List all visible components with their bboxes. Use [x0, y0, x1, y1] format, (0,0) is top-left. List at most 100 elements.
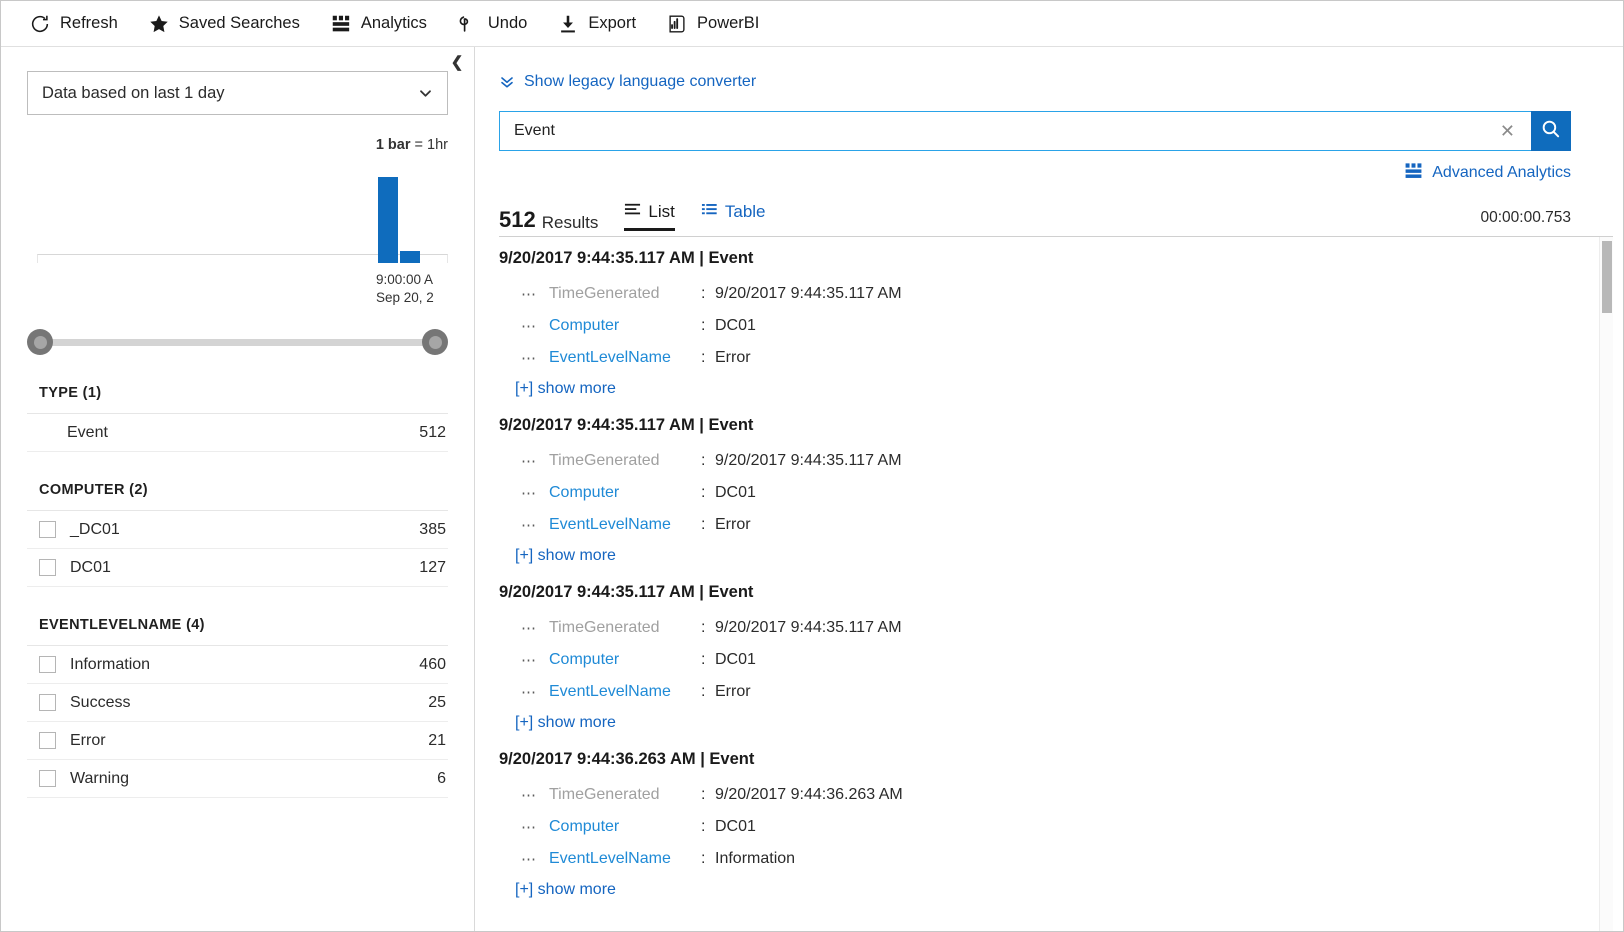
show-legacy-converter-label: Show legacy language converter: [524, 73, 757, 90]
show-legacy-converter-link[interactable]: Show legacy language converter: [499, 73, 756, 91]
refresh-label: Refresh: [60, 14, 118, 33]
facet-checkbox[interactable]: [39, 732, 56, 749]
field-menu-icon[interactable]: ⋯: [521, 285, 537, 303]
analytics-button[interactable]: Analytics: [328, 9, 429, 39]
field-name[interactable]: Computer: [549, 484, 701, 502]
axis-label-time: 9:00:00 A: [376, 271, 434, 287]
field-menu-icon[interactable]: ⋯: [521, 484, 537, 502]
histogram-legend-bold: 1 bar: [375, 137, 411, 153]
field-colon: :: [701, 850, 706, 867]
facet-checkbox[interactable]: [39, 656, 56, 673]
histogram-bar[interactable]: [378, 177, 398, 263]
facet-checkbox[interactable]: [39, 559, 56, 576]
tab-table-view[interactable]: Table: [701, 201, 766, 231]
facet-title-count: (2): [129, 482, 148, 498]
field-colon: :: [701, 285, 706, 302]
facet-title-count: (1): [82, 385, 102, 401]
result-field: ⋯ EventLevelName : Error: [499, 676, 1589, 708]
facet-row[interactable]: DC01 127: [27, 549, 448, 587]
histogram-legend: 1 bar = 1hr: [27, 137, 448, 153]
saved-searches-button[interactable]: Saved Searches: [146, 9, 302, 39]
field-name[interactable]: EventLevelName: [549, 850, 701, 868]
field-colon: :: [701, 516, 706, 533]
facet-title-count: (4): [186, 617, 205, 633]
show-more-link[interactable]: [+] show more: [499, 881, 616, 899]
field-menu-icon[interactable]: ⋯: [521, 452, 537, 470]
facet-title-text: COMPUTER: [39, 482, 125, 498]
facet-row[interactable]: Error 21: [27, 722, 448, 760]
field-name[interactable]: Computer: [549, 651, 701, 669]
slider-track[interactable]: [39, 339, 436, 346]
field-name: TimeGenerated: [549, 452, 660, 469]
facet-row-label: Event: [67, 423, 108, 441]
facet-row[interactable]: Warning 6: [27, 760, 448, 798]
results-scrollbar-thumb[interactable]: [1602, 241, 1612, 313]
star-icon: [148, 13, 170, 35]
show-more-link[interactable]: [+] show more: [499, 714, 616, 732]
facet-row-label: Error: [70, 731, 106, 749]
field-colon: :: [701, 818, 706, 835]
facet-title-text: TYPE: [39, 385, 79, 401]
axis-label-date: Sep 20, 2: [376, 289, 434, 305]
field-value: 9/20/2017 9:44:36.263 AM: [715, 786, 903, 803]
facet-row[interactable]: Information 460: [27, 646, 448, 684]
field-name[interactable]: EventLevelName: [549, 683, 701, 701]
facet-row[interactable]: Success 25: [27, 684, 448, 722]
refresh-button[interactable]: Refresh: [27, 9, 120, 39]
field-menu-icon[interactable]: ⋯: [521, 516, 537, 534]
field-menu-icon[interactable]: ⋯: [521, 317, 537, 335]
field-menu-icon[interactable]: ⋯: [521, 818, 537, 836]
facet-checkbox[interactable]: [39, 770, 56, 787]
facet-row[interactable]: _DC01 385: [27, 511, 448, 549]
search-input-wrapper[interactable]: ✕: [499, 111, 1531, 151]
slider-handle-end[interactable]: [422, 329, 448, 355]
query-elapsed-time: 00:00:00.753: [1480, 209, 1571, 226]
field-colon: :: [701, 651, 706, 668]
result-title: 9/20/2017 9:44:35.117 AM | Event: [499, 249, 754, 267]
facet-checkbox[interactable]: [39, 694, 56, 711]
search-submit-button[interactable]: [1531, 111, 1571, 151]
field-menu-icon[interactable]: ⋯: [521, 651, 537, 669]
facet-checkbox[interactable]: [39, 521, 56, 538]
export-button[interactable]: Export: [555, 9, 638, 39]
field-name: TimeGenerated: [549, 786, 660, 803]
field-menu-icon[interactable]: ⋯: [521, 850, 537, 868]
result-item[interactable]: 9/20/2017 9:44:35.117 AM | Event ⋯ TimeG…: [499, 583, 1589, 732]
result-field: ⋯ TimeGenerated : 9/20/2017 9:44:35.117 …: [499, 278, 1589, 310]
powerbi-button[interactable]: PowerBI: [664, 9, 761, 39]
undo-button[interactable]: Undo: [455, 9, 529, 39]
search-row: ✕: [499, 111, 1571, 151]
field-name[interactable]: EventLevelName: [549, 516, 701, 534]
result-item[interactable]: 9/20/2017 9:44:35.117 AM | Event ⋯ TimeG…: [499, 249, 1589, 398]
advanced-analytics-link[interactable]: Advanced Analytics: [1404, 161, 1571, 185]
results-scroll-area[interactable]: 9/20/2017 9:44:35.117 AM | Event ⋯ TimeG…: [499, 237, 1613, 931]
field-menu-icon[interactable]: ⋯: [521, 349, 537, 367]
collapse-sidebar-button[interactable]: ❮: [448, 49, 466, 75]
field-name[interactable]: Computer: [549, 818, 701, 836]
field-name[interactable]: Computer: [549, 317, 701, 335]
histogram-bar[interactable]: [400, 251, 420, 263]
result-item[interactable]: 9/20/2017 9:44:36.263 AM | Event ⋯ TimeG…: [499, 750, 1589, 899]
advanced-analytics-row: Advanced Analytics: [499, 161, 1571, 185]
facet-row[interactable]: Event 512: [27, 414, 448, 452]
field-menu-icon[interactable]: ⋯: [521, 786, 537, 804]
field-value: DC01: [715, 818, 756, 835]
powerbi-bars-icon: [666, 13, 688, 35]
field-menu-icon[interactable]: ⋯: [521, 683, 537, 701]
results-scrollbar[interactable]: [1599, 237, 1613, 931]
slider-handle-start[interactable]: [27, 329, 53, 355]
table-grid-icon: [701, 201, 718, 221]
double-chevron-down-icon: [499, 74, 515, 90]
result-field: ⋯ Computer : DC01: [499, 310, 1589, 342]
show-more-link[interactable]: [+] show more: [499, 380, 616, 398]
time-range-slider[interactable]: [27, 329, 448, 355]
show-more-link[interactable]: [+] show more: [499, 547, 616, 565]
field-menu-icon[interactable]: ⋯: [521, 619, 537, 637]
tab-list-view[interactable]: List: [624, 201, 675, 231]
result-item[interactable]: 9/20/2017 9:44:35.117 AM | Event ⋯ TimeG…: [499, 416, 1589, 565]
time-scope-dropdown[interactable]: Data based on last 1 day: [27, 71, 448, 115]
search-input[interactable]: [512, 121, 1494, 141]
field-name[interactable]: EventLevelName: [549, 349, 701, 367]
time-histogram-chart[interactable]: 9:00:00 A Sep 20, 2: [27, 163, 448, 305]
close-x-icon[interactable]: ✕: [1494, 122, 1521, 140]
